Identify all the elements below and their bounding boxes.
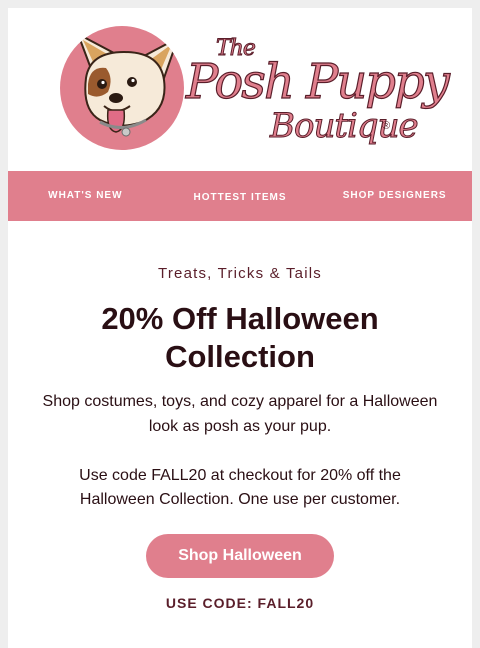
nav-item-shop-designers[interactable]: SHOP DESIGNERS [317,171,472,221]
brand-wordmark: The Posh Puppy Boutique ® [185,36,450,156]
email-card: The Posh Puppy Boutique ® WHAT'S NEW HOT… [8,8,472,648]
brand-logo[interactable]: The Posh Puppy Boutique ® [8,8,472,170]
promo-headline: 20% Off Halloween Collection [101,301,379,374]
registered-mark: ® [382,120,391,132]
wordmark-boutique: Boutique [270,106,420,147]
wordmark-posh-puppy: Posh Puppy [185,53,450,110]
puppy-mascot-icon [60,26,184,150]
promo-description: Shop costumes, toys, and cozy apparel fo… [42,393,438,435]
promo-eyebrow: Treats, Tricks & Tails [158,265,322,282]
nav-item-whats-new[interactable]: WHAT'S NEW [8,171,163,221]
use-code-label: USE CODE: FALL20 [165,595,315,611]
promo-code-note: Use code FALL20 at checkout for 20% off … [79,467,401,508]
nav-bar: WHAT'S NEW HOTTEST ITEMS SHOP DESIGNERS [8,171,472,221]
shop-halloween-button[interactable]: Shop Halloween [146,534,334,578]
promo-section: Treats, Tricks & Tails 20% Off Halloween… [8,221,472,611]
nav-item-hottest-items[interactable]: HOTTEST ITEMS [163,171,318,221]
